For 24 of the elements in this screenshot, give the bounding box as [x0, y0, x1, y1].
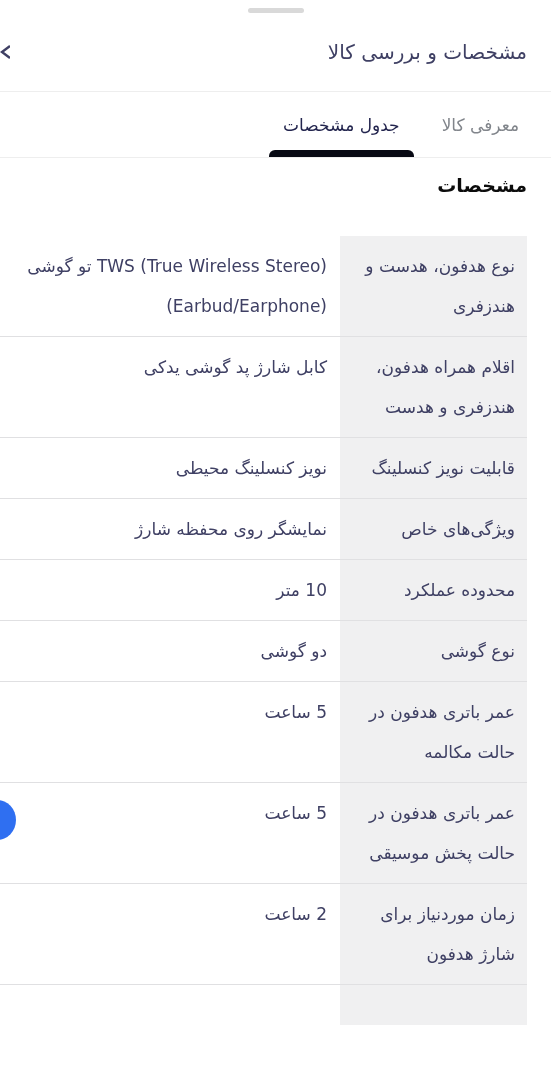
spec-label: زمان موردنیاز برای شارژ هدفون	[340, 884, 527, 984]
spec-value: 10 متر	[274, 579, 328, 602]
spec-value: 2 ساعت	[263, 903, 328, 926]
drag-handle[interactable]	[247, 8, 304, 13]
spec-label: ویژگی‌های خاص	[340, 499, 527, 559]
spec-label: نوع هدفون، هدست و هندزفری	[340, 236, 527, 336]
spec-value: دو گوشی	[259, 640, 328, 663]
close-icon[interactable]	[0, 42, 10, 62]
spec-label: اقلام همراه هدفون، هندزفری و هدست	[340, 337, 527, 437]
spec-label: محدوده عملکرد	[340, 560, 527, 620]
spec-label: عمر باتری هدفون در حالت پخش موسیقی	[340, 783, 527, 883]
spec-value: کابل شارژ پد گوشی یدکی	[142, 356, 328, 380]
spec-value: 5 ساعت	[263, 701, 328, 724]
spec-label: عمر باتری هدفون در حالت مکالمه	[340, 682, 527, 782]
spec-label: قابلیت نویز کنسلینگ	[340, 438, 527, 498]
spec-value: نویز کنسلینگ محیطی	[174, 457, 328, 480]
section-title: مشخصات	[436, 173, 528, 198]
spec-value: 5 ساعت	[263, 802, 328, 825]
tab[interactable]: معرفی کالا	[427, 92, 533, 157]
tab[interactable]: جدول مشخصات	[269, 92, 414, 157]
spec-label: نوع گوشی	[340, 621, 527, 681]
spec-value: TWS (True Wireless Stereo) تو گوشی (Earbud/Earphone)	[26, 255, 328, 318]
spec-value: نمایشگر روی محفظه شارژ	[133, 518, 328, 541]
sheet-title: مشخصات و بررسی کالا	[327, 40, 527, 64]
